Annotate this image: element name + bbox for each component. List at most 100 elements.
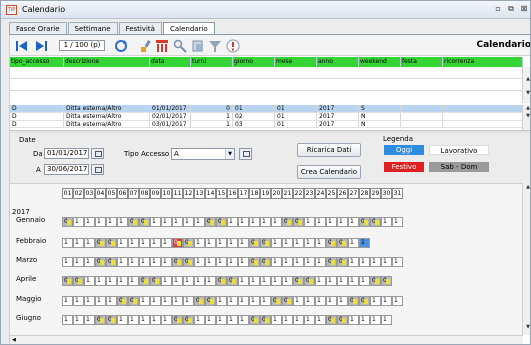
- day-cell[interactable]: 0: [128, 296, 139, 306]
- day-cell[interactable]: 1: [139, 315, 150, 325]
- day-cell[interactable]: 0: [106, 238, 117, 248]
- day-cell[interactable]: 1: [304, 238, 315, 248]
- day-cell[interactable]: 1: [161, 217, 172, 227]
- day-cell[interactable]: 1: [216, 238, 227, 248]
- day-cell[interactable]: 0: [172, 257, 183, 267]
- day-cell[interactable]: 1: [315, 296, 326, 306]
- day-cell[interactable]: 1: [117, 257, 128, 267]
- day-cell[interactable]: 0: [359, 296, 370, 306]
- day-cell[interactable]: 1: [370, 296, 381, 306]
- day-cell[interactable]: 0: [227, 276, 238, 286]
- day-cell[interactable]: 0: [128, 217, 139, 227]
- day-cell[interactable]: 1: [271, 315, 282, 325]
- day-cell[interactable]: 1: [337, 217, 348, 227]
- reload-data-button[interactable]: Ricarica Dati: [297, 143, 361, 157]
- day-cell[interactable]: 0: [106, 315, 117, 325]
- day-cell[interactable]: 1: [293, 238, 304, 248]
- day-cell[interactable]: 0: [282, 296, 293, 306]
- day-cell[interactable]: 1: [95, 217, 106, 227]
- day-cell[interactable]: 0: [359, 217, 370, 227]
- refresh-icon[interactable]: [239, 148, 252, 160]
- day-cell[interactable]: 1: [304, 315, 315, 325]
- day-cell[interactable]: 1: [150, 217, 161, 227]
- day-cell[interactable]: 1: [84, 296, 95, 306]
- day-cell[interactable]: 1: [62, 257, 73, 267]
- day-cell[interactable]: 1: [194, 276, 205, 286]
- day-cell[interactable]: 1: [216, 257, 227, 267]
- create-calendar-button[interactable]: Crea Calendario: [297, 165, 361, 179]
- day-cell[interactable]: 1: [315, 315, 326, 325]
- day-cell[interactable]: 1: [84, 217, 95, 227]
- day-cell[interactable]: 1: [172, 296, 183, 306]
- day-cell[interactable]: 1: [348, 315, 359, 325]
- day-cell[interactable]: 0: [326, 257, 337, 267]
- day-cell[interactable]: 1: [128, 238, 139, 248]
- scroll-up-icon[interactable]: ▲: [525, 77, 530, 82]
- day-cell[interactable]: 0: [370, 276, 381, 286]
- day-cell[interactable]: 1: [194, 238, 205, 248]
- day-cell[interactable]: 1: [381, 296, 392, 306]
- da-date-field[interactable]: 01/01/2017: [44, 148, 89, 159]
- info-icon[interactable]: [225, 38, 240, 53]
- day-cell[interactable]: 1: [227, 238, 238, 248]
- day-cell[interactable]: 1: [161, 257, 172, 267]
- column-header[interactable]: weekend: [359, 57, 401, 67]
- day-cell[interactable]: 0: [370, 217, 381, 227]
- day-cell[interactable]: 1: [194, 217, 205, 227]
- day-cell[interactable]: 1: [172, 217, 183, 227]
- day-cell[interactable]: 1: [381, 315, 392, 325]
- day-cell[interactable]: 1: [150, 296, 161, 306]
- page-indicator[interactable]: 1 / 100 (p): [59, 40, 105, 51]
- day-cell[interactable]: 0: [348, 296, 359, 306]
- close-icon[interactable]: ⊠: [520, 4, 528, 13]
- day-cell[interactable]: 1: [205, 315, 216, 325]
- day-cell[interactable]: 1: [73, 257, 84, 267]
- day-cell[interactable]: 0: [139, 276, 150, 286]
- day-cell[interactable]: 1: [238, 238, 249, 248]
- day-cell[interactable]: 1: [62, 315, 73, 325]
- day-cell[interactable]: 0: [337, 315, 348, 325]
- day-cell[interactable]: 1: [117, 238, 128, 248]
- day-cell[interactable]: 1: [370, 315, 381, 325]
- day-cell[interactable]: 1: [84, 276, 95, 286]
- day-cell[interactable]: 0: [183, 257, 194, 267]
- column-header[interactable]: festa: [401, 57, 443, 67]
- day-cell[interactable]: 0: [260, 315, 271, 325]
- day-cell[interactable]: 1: [95, 276, 106, 286]
- calendar-icon[interactable]: [91, 148, 104, 159]
- table-row[interactable]: D Ditta esterna/Altro 03/01/2017 1 03 01…: [10, 121, 523, 128]
- day-cell[interactable]: 0: [260, 257, 271, 267]
- day-cell[interactable]: 1: [326, 276, 337, 286]
- scroll-left-icon[interactable]: ◀: [12, 337, 16, 343]
- column-header[interactable]: mese: [275, 57, 317, 67]
- day-cell[interactable]: 1: [161, 276, 172, 286]
- day-cell[interactable]: 1: [227, 257, 238, 267]
- day-cell[interactable]: 1: [172, 276, 183, 286]
- day-cell[interactable]: 0: [326, 238, 337, 248]
- day-cell[interactable]: 0: [249, 315, 260, 325]
- day-cell[interactable]: 1: [370, 257, 381, 267]
- day-cell[interactable]: 1: [304, 296, 315, 306]
- day-cell[interactable]: 1: [282, 257, 293, 267]
- day-cell[interactable]: 1: [106, 276, 117, 286]
- day-cell[interactable]: 0: [183, 315, 194, 325]
- day-cell[interactable]: 1: [106, 217, 117, 227]
- day-cell[interactable]: 0: [337, 257, 348, 267]
- day-cell[interactable]: 0: [106, 257, 117, 267]
- day-cell[interactable]: 1: [117, 217, 128, 227]
- minimize-icon[interactable]: ▫: [494, 4, 502, 13]
- horizontal-scrollbar[interactable]: ◀: [10, 335, 523, 344]
- day-cell[interactable]: 1: [117, 315, 128, 325]
- day-cell[interactable]: 0: [249, 257, 260, 267]
- day-cell[interactable]: 1: [337, 276, 348, 286]
- day-cell[interactable]: 1: [62, 238, 73, 248]
- day-cell[interactable]: 1: [271, 276, 282, 286]
- day-cell[interactable]: 1: [128, 315, 139, 325]
- day-cell[interactable]: 1: [315, 257, 326, 267]
- day-cell[interactable]: 1: [238, 257, 249, 267]
- column-header[interactable]: turni: [191, 57, 233, 67]
- day-cell[interactable]: 1: [205, 238, 216, 248]
- day-cell[interactable]: 1: [392, 217, 403, 227]
- day-cell[interactable]: 1: [315, 217, 326, 227]
- day-cell[interactable]: 1: [304, 257, 315, 267]
